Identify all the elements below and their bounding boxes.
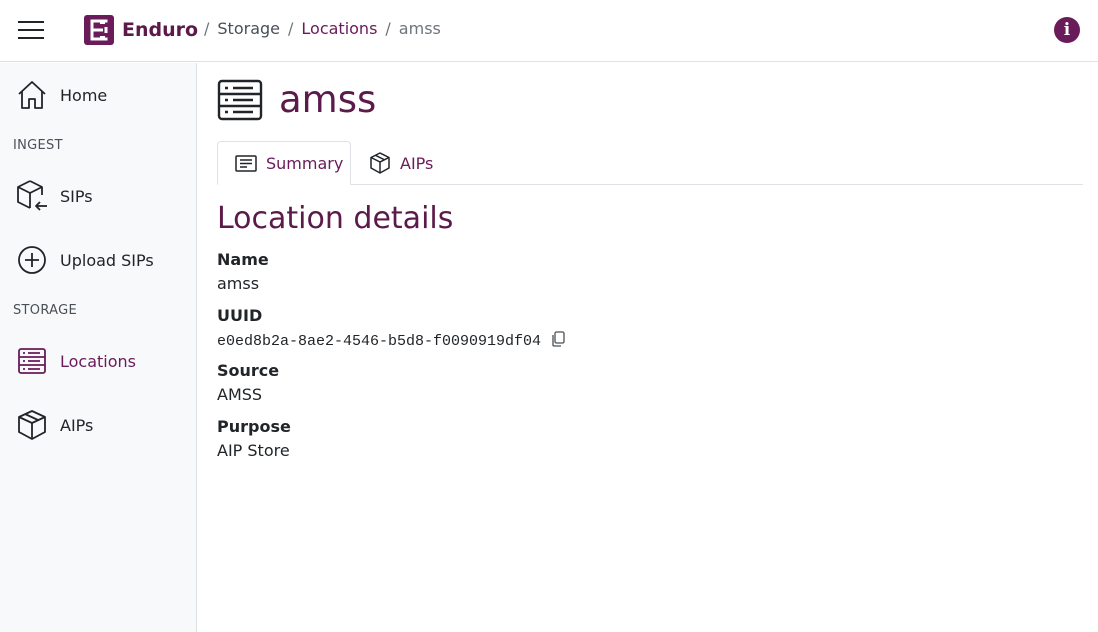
breadcrumb-separator: /	[204, 19, 210, 38]
detail-value-source: AMSS	[217, 385, 263, 404]
hamburger-menu-icon[interactable]	[18, 19, 46, 43]
detail-label-source: Source	[217, 361, 280, 380]
detail-value-name: amss	[217, 274, 260, 293]
breadcrumb-storage: Storage	[217, 19, 280, 38]
home-icon	[15, 78, 49, 112]
detail-value-uuid-row: e0ed8b2a-8ae2-4546-b5d8-f0090919df04	[217, 331, 565, 350]
tab-label: AIPs	[400, 153, 434, 173]
enduro-logo-icon	[84, 15, 114, 45]
sidebar: Home INGEST SIPs Upload SIPs STORAGE Loc…	[0, 63, 197, 632]
server-icon	[15, 344, 49, 378]
box-arrow-in-icon	[15, 179, 49, 213]
sidebar-item-label: Home	[60, 85, 108, 105]
detail-value-uuid: e0ed8b2a-8ae2-4546-b5d8-f0090919df04	[217, 333, 542, 350]
info-icon[interactable]: i	[1054, 17, 1080, 43]
brand-name: Enduro	[122, 19, 199, 41]
list-icon	[235, 152, 257, 174]
copy-icon[interactable]	[551, 331, 565, 347]
sidebar-section-storage: STORAGE	[13, 303, 77, 318]
sidebar-item-home[interactable]: Home	[0, 70, 196, 120]
plus-circle-icon	[15, 243, 49, 277]
brand-link[interactable]: Enduro	[84, 15, 198, 45]
server-icon	[217, 79, 263, 125]
sidebar-item-label: SIPs	[60, 186, 93, 206]
sidebar-item-label: Locations	[60, 351, 137, 371]
detail-label-purpose: Purpose	[217, 417, 291, 436]
breadcrumb-separator: /	[385, 19, 391, 38]
box-icon	[15, 408, 49, 442]
page-title: amss	[279, 78, 377, 121]
section-title: Location details	[217, 201, 454, 236]
sidebar-item-sips[interactable]: SIPs	[0, 171, 196, 221]
detail-value-purpose: AIP Store	[217, 441, 290, 460]
tab-label: Summary	[266, 153, 344, 173]
breadcrumb: / Storage / Locations / amss	[196, 19, 441, 38]
sidebar-item-label: AIPs	[60, 415, 94, 435]
sidebar-item-aips[interactable]: AIPs	[0, 400, 196, 450]
tab-aips[interactable]: AIPs	[351, 141, 451, 185]
sidebar-section-ingest: INGEST	[13, 138, 63, 153]
breadcrumb-current: amss	[398, 19, 441, 38]
tab-bar: Summary AIPs	[217, 141, 1083, 185]
breadcrumb-separator: /	[288, 19, 294, 38]
sidebar-item-label: Upload SIPs	[60, 250, 154, 270]
breadcrumb-locations-link[interactable]: Locations	[301, 19, 377, 38]
tab-summary[interactable]: Summary	[217, 141, 351, 185]
box-icon	[369, 152, 391, 174]
top-bar: Enduro / Storage / Locations / amss i	[0, 0, 1098, 62]
sidebar-item-locations[interactable]: Locations	[0, 336, 196, 386]
sidebar-item-upload-sips[interactable]: Upload SIPs	[0, 235, 196, 285]
detail-label-uuid: UUID	[217, 306, 263, 325]
detail-label-name: Name	[217, 250, 269, 269]
